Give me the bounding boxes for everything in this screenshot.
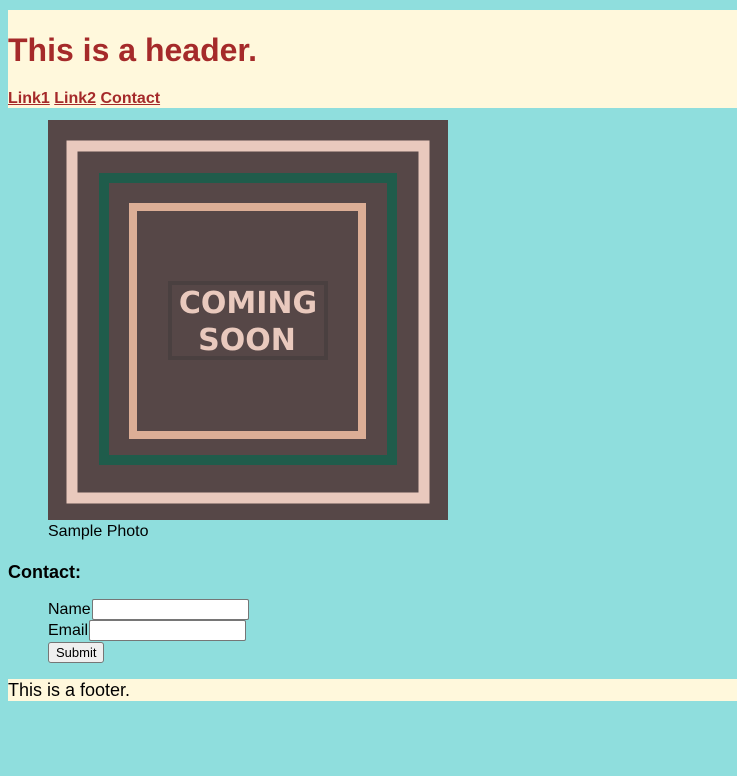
soon-text: SOON	[198, 323, 296, 358]
photo-figure: COMING SOON Sample Photo	[48, 120, 448, 540]
coming-soon-image: COMING SOON	[48, 120, 448, 520]
submit-button[interactable]: Submit	[48, 642, 105, 663]
name-row: Name	[48, 599, 348, 620]
main-nav: Link1 Link2 Contact	[8, 89, 160, 109]
nav-link-1[interactable]: Link1	[8, 90, 50, 107]
site-footer: This is a footer.	[8, 679, 737, 701]
nav-link-2[interactable]: Link2	[54, 90, 96, 107]
nav-link-contact[interactable]: Contact	[101, 90, 161, 107]
email-input[interactable]	[89, 620, 247, 641]
page-title: This is a header.	[8, 32, 257, 68]
email-label: Email	[48, 621, 89, 639]
contact-heading: Contact:	[8, 562, 81, 582]
page: This is a header. Link1 Link2 Contact CO…	[0, 0, 737, 776]
name-label: Name	[48, 600, 91, 618]
name-input[interactable]	[91, 599, 249, 620]
site-header: This is a header. Link1 Link2 Contact	[8, 10, 737, 108]
photo-caption: Sample Photo	[48, 523, 149, 540]
email-row: Email	[48, 620, 348, 641]
contact-form: Name Email Submit	[48, 599, 348, 663]
coming-text: COMING	[179, 286, 317, 321]
